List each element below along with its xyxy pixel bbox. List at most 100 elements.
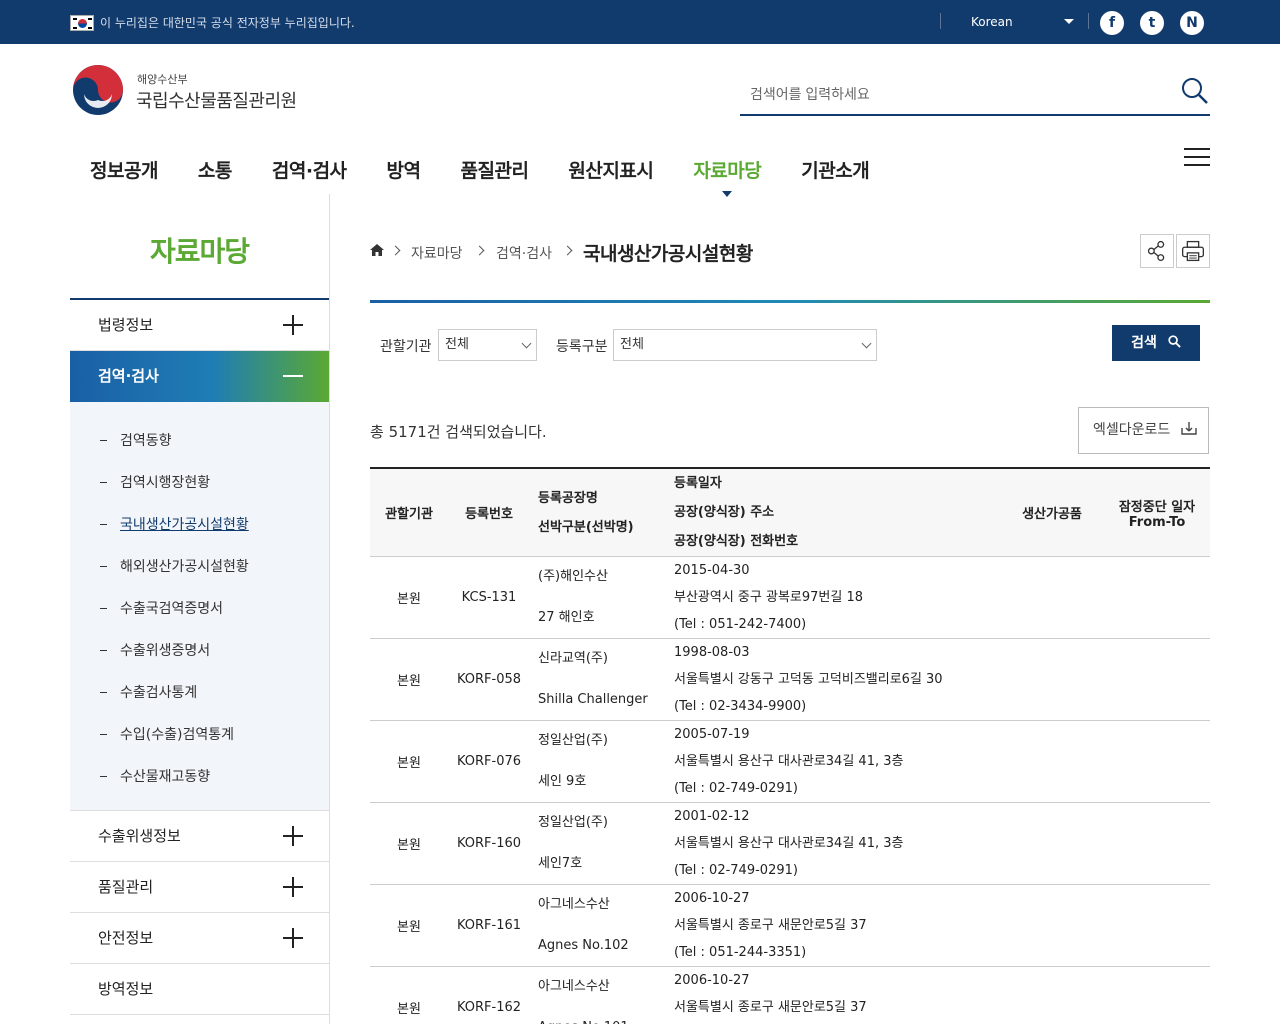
side-sub-item[interactable]: 검역동향 <box>70 420 329 462</box>
divider <box>1088 13 1089 29</box>
side-item-quality[interactable]: 품질관리 <box>70 862 329 913</box>
search-button[interactable]: 검색 <box>1112 325 1200 361</box>
plus-icon[interactable] <box>283 877 303 897</box>
gnb-item-prevention[interactable]: 방역 <box>387 156 421 183</box>
gnb-item-communication[interactable]: 소통 <box>198 156 232 183</box>
twitter-icon[interactable]: t <box>1140 11 1164 35</box>
type-select[interactable]: 전체 <box>613 329 877 361</box>
result-bar: 총 5171건 검색되었습니다. 엑셀다운로드 <box>370 403 1210 467</box>
side-sub-item[interactable]: 수산물재고동향 <box>70 756 329 798</box>
facebook-icon[interactable]: f <box>1100 11 1124 35</box>
menu-icon[interactable] <box>1184 148 1210 168</box>
cell-reg-no: KCS-131 <box>448 556 530 639</box>
share-icon <box>1147 240 1165 262</box>
site-header: 해양수산부 국립수산물품질관리원 <box>0 44 1280 144</box>
facility-table: 관할기관 등록번호 등록공장명 선박구분(선박명) 등록일자 공장(양식장) 주… <box>370 467 1210 1024</box>
cell-product <box>1000 720 1104 803</box>
side-sub-item[interactable]: 수출검사통계 <box>70 672 329 714</box>
side-menu: 자료마당 법령정보 검역·검사 검역동향 검역시행장현황 국내생산가공시설현황 … <box>70 194 330 1024</box>
cell-date-address: 2006-10-27서울특별시 종로구 새문안로5길 37(Tel : 051-… <box>666 966 1000 1024</box>
cell-agency: 본원 <box>370 966 448 1024</box>
col-suspend: 잠정중단 일자 From-To <box>1104 468 1210 557</box>
page-title: 국내생산가공시설현황 <box>583 243 753 265</box>
cell-factory: 정일산업(주) 세인 9호 <box>530 720 666 803</box>
cell-agency: 본원 <box>370 802 448 885</box>
breadcrumb-item[interactable]: 검역·검사 <box>496 243 552 263</box>
side-sub-item[interactable]: 검역시행장현황 <box>70 462 329 504</box>
gnb-item-quality[interactable]: 품질관리 <box>461 156 529 183</box>
side-sub-item[interactable]: 해외생산가공시설현황 <box>70 546 329 588</box>
table-row: 본원 KORF-161 아그네스수산 Agnes No.102 2006-10-27 서울… <box>370 884 1210 967</box>
cell-date-address: 2005-07-19 서울특별시 용산구 대사관로34길 41, 3층 (Tel :… <box>666 720 1000 803</box>
side-item-label: 방역정보 <box>98 980 154 998</box>
minus-icon[interactable] <box>283 366 303 386</box>
cell-suspend <box>1104 638 1210 721</box>
side-item-quarantine[interactable]: 검역·검사 <box>70 351 329 402</box>
side-item-export-hygiene[interactable]: 수출위생정보 <box>70 811 329 862</box>
cell-factory: 정일산업(주) 세인7호 <box>530 802 666 885</box>
side-sub-item-current[interactable]: 국내생산가공시설현황 <box>70 504 329 546</box>
gnb-item-data-room[interactable]: 자료마당 <box>693 156 762 197</box>
chevron-right-icon <box>474 245 485 256</box>
gnb-item-about[interactable]: 기관소개 <box>801 156 869 183</box>
chevron-right-icon <box>562 245 573 256</box>
side-item-safety[interactable]: 안전정보 <box>70 913 329 964</box>
side-sub-item[interactable]: 수입(수출)검역통계 <box>70 714 329 756</box>
side-item-prevention[interactable]: 방역정보 <box>70 964 329 1015</box>
cell-factory: 아그네스수산Agnes No.101 <box>530 966 666 1024</box>
breadcrumb-item[interactable]: 자료마당 <box>411 243 463 263</box>
cell-factory: (주)해인수산 27 해인호 <box>530 556 666 639</box>
print-button[interactable] <box>1176 234 1210 268</box>
breadcrumb: 자료마당 검역·검사 국내생산가공시설현황 <box>370 194 1210 300</box>
cell-factory: 아그네스수산 Agnes No.102 <box>530 884 666 967</box>
share-button[interactable] <box>1140 234 1174 268</box>
naver-blog-icon[interactable]: N <box>1180 11 1204 35</box>
language-label: Korean <box>971 15 1013 29</box>
search-button-label: 검색 <box>1131 335 1157 351</box>
side-submenu: 검역동향 검역시행장현황 국내생산가공시설현황 해외생산가공시설현황 수출국검역… <box>70 402 329 811</box>
cell-suspend <box>1104 966 1210 1024</box>
cell-suspend <box>1104 556 1210 639</box>
plus-icon[interactable] <box>283 826 303 846</box>
cell-date-address: 2001-02-12 서울특별시 용산구 대사관로34길 41, 3층 (Tel :… <box>666 802 1000 885</box>
gnb-item-quarantine[interactable]: 검역·검사 <box>272 156 347 183</box>
side-item-label: 품질관리 <box>98 878 154 896</box>
gnb-item-info-disclosure[interactable]: 정보공개 <box>90 156 158 183</box>
plus-icon[interactable] <box>283 315 303 335</box>
search-box <box>740 72 1210 116</box>
home-icon[interactable] <box>370 244 384 256</box>
cell-agency: 본원 <box>370 556 448 639</box>
cell-suspend <box>1104 884 1210 967</box>
language-select[interactable]: Korean <box>952 12 1080 32</box>
chevron-right-icon <box>390 245 401 256</box>
search-icon[interactable] <box>1180 76 1210 106</box>
government-logo[interactable] <box>72 64 124 116</box>
col-agency: 관할기관 <box>370 468 448 557</box>
col-date-address: 등록일자 공장(양식장) 주소 공장(양식장) 전화번호 <box>666 468 1000 557</box>
cell-product <box>1000 802 1104 885</box>
main-content: 자료마당 검역·검사 국내생산가공시설현황 관할기관 전체 등록구분 전체 검색… <box>370 194 1210 1024</box>
search-input[interactable] <box>750 74 1170 114</box>
side-sub-item[interactable]: 수출국검역증명서 <box>70 588 329 630</box>
side-item-label: 수출위생정보 <box>98 827 181 845</box>
divider <box>940 13 941 29</box>
agency-select[interactable]: 전체 <box>438 329 537 361</box>
excel-download-button[interactable]: 엑셀다운로드 <box>1078 407 1209 454</box>
cell-product <box>1000 556 1104 639</box>
gov-notice[interactable]: 이 누리집은 대한민국 공식 전자정부 누리집입니다. <box>100 14 355 31</box>
side-item-law[interactable]: 법령정보 <box>70 300 329 351</box>
type-label: 등록구분 <box>556 339 608 355</box>
col-product: 생산가공품 <box>1000 468 1104 557</box>
gnb-item-origin[interactable]: 원산지표시 <box>568 156 653 183</box>
plus-icon[interactable] <box>283 928 303 948</box>
side-item-label: 법령정보 <box>98 316 154 334</box>
print-icon <box>1181 240 1205 262</box>
cell-reg-no: KORF-076 <box>448 720 530 803</box>
agency-label: 관할기관 <box>380 339 432 355</box>
logo-agency-name[interactable]: 국립수산물품질관리원 <box>136 87 297 113</box>
side-sub-item[interactable]: 수출위생증명서 <box>70 630 329 672</box>
table-row: 본원KORF-162아그네스수산Agnes No.1012006-10-27서울… <box>370 966 1210 1024</box>
cell-product <box>1000 966 1104 1024</box>
search-filter: 관할기관 전체 등록구분 전체 검색 <box>370 303 1210 403</box>
cell-date-address: 1998-08-03 서울특별시 강동구 고덕동 고덕비즈밸리로6길 30 (Tel… <box>666 638 1000 721</box>
